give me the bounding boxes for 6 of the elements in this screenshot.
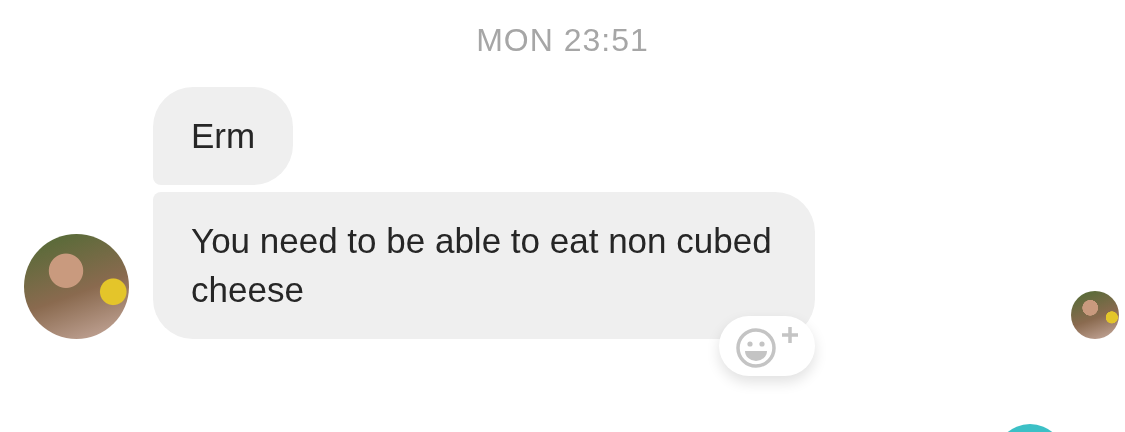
message-bubble: Erm — [153, 87, 294, 185]
add-reaction-button[interactable] — [719, 316, 815, 376]
message-bubble: You need to be able to eat non cubed cheese — [153, 192, 815, 339]
seen-avatar — [1071, 291, 1119, 339]
timestamp: MON 23:51 — [476, 22, 649, 59]
smiley-plus-icon — [734, 324, 800, 368]
